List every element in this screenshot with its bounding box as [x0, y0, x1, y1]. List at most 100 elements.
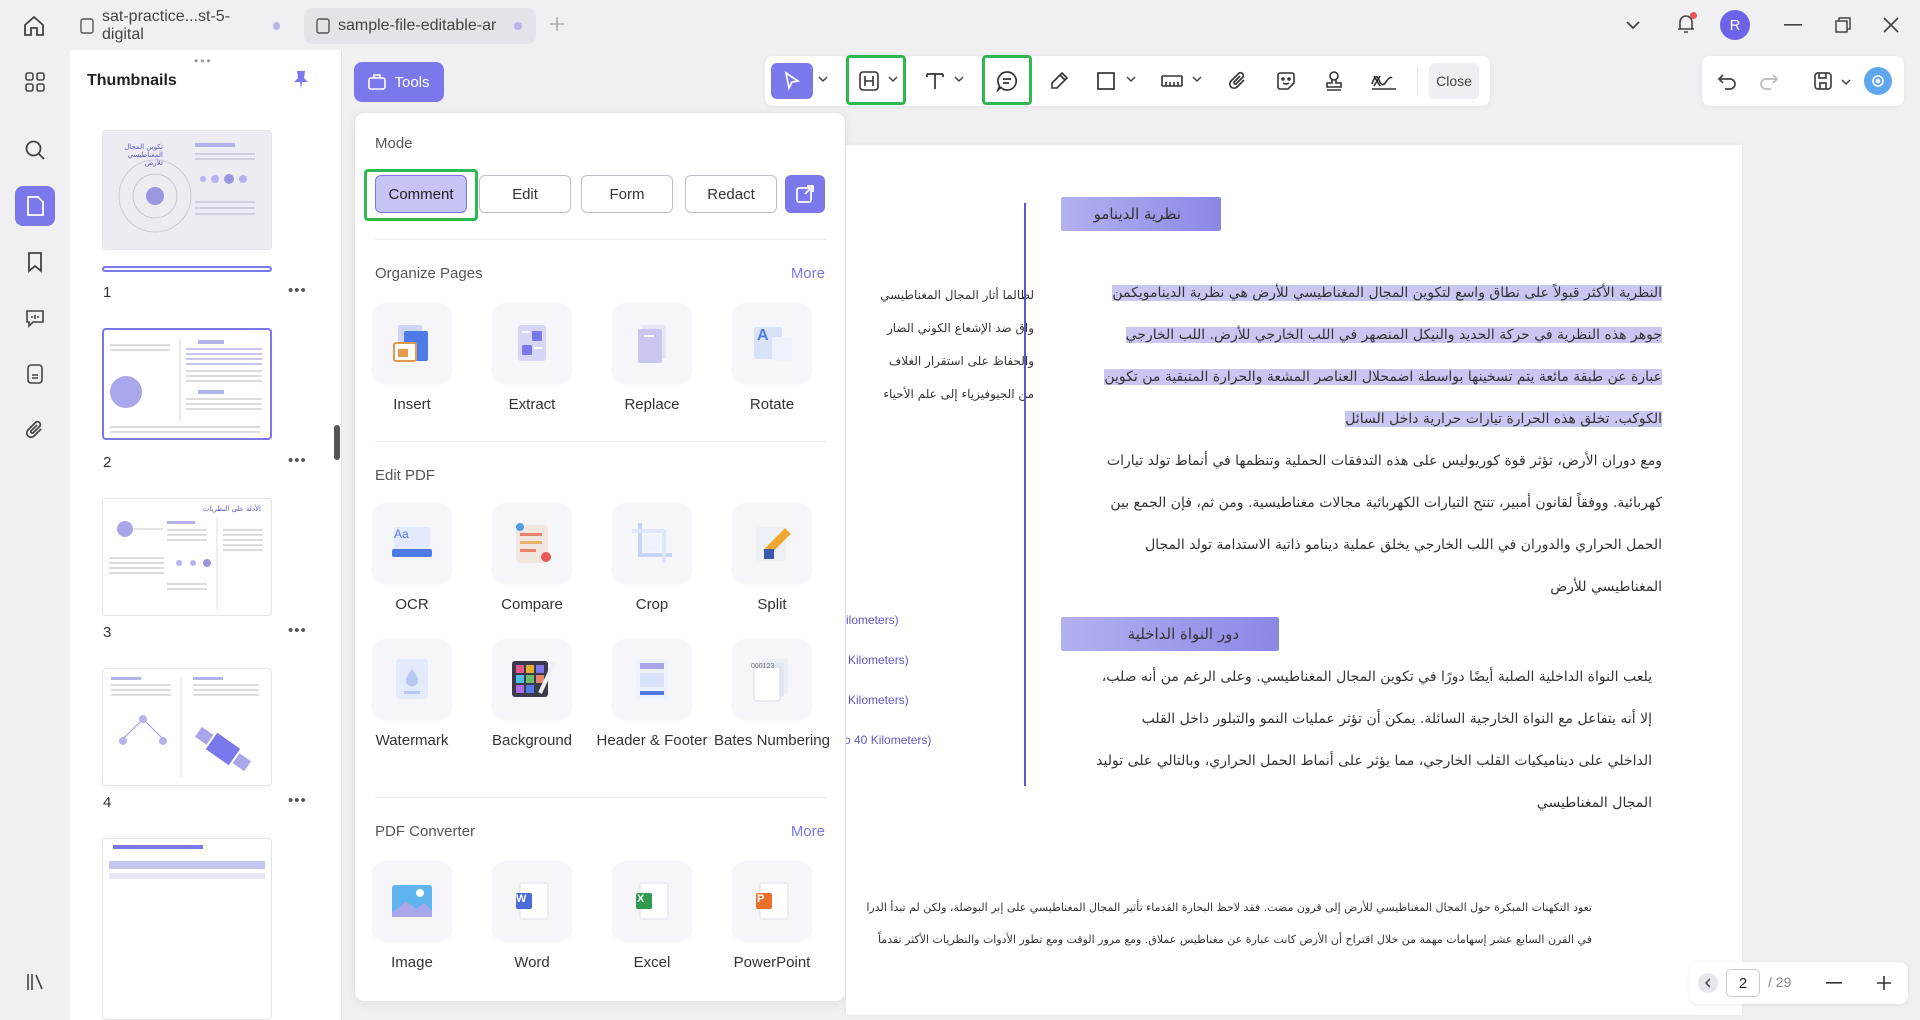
bates-numbering-icon: 000123 [732, 639, 812, 719]
highlighted-text[interactable]: عبارة عن طبقة مائعة يتم تسخينها بواسطة ا… [1104, 369, 1662, 385]
shape-button[interactable] [1091, 63, 1121, 99]
undo-icon[interactable] [1716, 70, 1738, 92]
sticker-button[interactable] [1271, 63, 1301, 99]
pin-icon[interactable] [292, 70, 310, 90]
thumbnail-page-5[interactable] [102, 838, 272, 1020]
thumbnail-page-3[interactable]: الأدلة على النظريات [102, 498, 272, 616]
left-rail [0, 50, 70, 1020]
tab-sample-file[interactable]: sample-file-editable-ar [304, 8, 536, 44]
page-number-input[interactable]: 2 [1726, 969, 1760, 997]
image-icon [372, 861, 452, 941]
thumbnail-more-icon[interactable]: ••• [288, 792, 307, 809]
thumbnail-illustration [111, 677, 259, 777]
split-icon [732, 503, 812, 583]
header-footer-tool[interactable]: Header & Footer [592, 639, 712, 751]
zoom-in-icon[interactable] [1876, 975, 1892, 991]
new-tab-icon[interactable] [548, 15, 566, 33]
page-number-label: 2 [103, 454, 112, 471]
thumbnail-page-4[interactable] [102, 668, 272, 786]
select-tool-button[interactable] [771, 63, 813, 99]
highlighter-icon [1048, 70, 1070, 92]
highlighted-text[interactable]: جوهر هذه النظرية في حركة الحديد والنيكل … [1125, 327, 1662, 343]
apps-icon[interactable] [15, 62, 55, 102]
excel-tool[interactable]: X Excel [592, 861, 712, 973]
previous-page-button[interactable] [1698, 973, 1718, 993]
save-icon[interactable] [1812, 70, 1834, 92]
redo-icon[interactable] [1758, 70, 1780, 92]
signature-button[interactable] [1367, 63, 1401, 99]
close-toolbar-button[interactable]: Close [1429, 63, 1479, 99]
tools-button[interactable]: Tools [354, 62, 444, 102]
sticky-note-button[interactable] [991, 63, 1023, 99]
powerpoint-tool[interactable]: P PowerPoint [712, 861, 832, 973]
converter-more-link[interactable]: More [791, 823, 825, 840]
image-tool[interactable]: Image [352, 861, 472, 973]
chevron-down-icon[interactable] [1840, 76, 1852, 88]
organize-more-link[interactable]: More [791, 265, 825, 282]
highlighter-button[interactable] [1043, 63, 1075, 99]
chevron-down-icon[interactable] [953, 73, 965, 85]
open-external-button[interactable] [785, 175, 825, 213]
thumbnails-icon[interactable] [15, 186, 55, 226]
close-window-icon[interactable] [1882, 16, 1900, 34]
zoom-out-icon[interactable] [1826, 982, 1842, 984]
stamp-button[interactable] [1319, 63, 1349, 99]
thumbnails-scrollbar[interactable] [334, 425, 340, 460]
tool-label: Watermark [375, 732, 449, 749]
insert-tool[interactable]: Insert [352, 303, 472, 415]
word-tool[interactable]: W Word [472, 861, 592, 973]
thumbnail-page-2[interactable] [102, 328, 272, 440]
thumbnail-more-icon[interactable]: ••• [288, 452, 307, 469]
avatar[interactable]: R [1720, 10, 1750, 40]
crop-icon [612, 503, 692, 583]
mode-redact-button[interactable]: Redact [685, 175, 777, 213]
pages-icon[interactable] [15, 354, 55, 394]
watermark-tool[interactable]: Watermark [352, 639, 472, 751]
ai-assistant-icon[interactable] [1864, 67, 1892, 95]
thumbnail-page-1[interactable]: تكوين المجال المغناطيسي للأرض [102, 130, 272, 250]
chevron-down-icon[interactable] [1624, 16, 1642, 34]
bell-icon[interactable] [1674, 12, 1698, 36]
textbox-button[interactable] [855, 63, 883, 99]
compare-tool[interactable]: Compare [472, 503, 592, 615]
cursor-icon [782, 71, 802, 91]
bookmark-icon[interactable] [15, 242, 55, 282]
bates-glyph: 000123 [751, 663, 775, 670]
chevron-down-icon[interactable] [817, 73, 829, 85]
chevron-down-icon[interactable] [1191, 73, 1203, 85]
unsaved-dot [272, 22, 280, 30]
thumbnail-more-icon[interactable]: ••• [288, 282, 307, 299]
attachment-icon[interactable] [15, 410, 55, 450]
mode-edit-button[interactable]: Edit [479, 175, 571, 213]
thumbnail-more-icon[interactable]: ••• [288, 622, 307, 639]
mode-form-button[interactable]: Form [581, 175, 673, 213]
measure-button[interactable] [1157, 63, 1187, 99]
highlighted-text[interactable]: النظرية الأكثر قبولاً على نطاق واسع لتكو… [1112, 285, 1662, 301]
search-icon[interactable] [15, 130, 55, 170]
extract-tool[interactable]: Extract [472, 303, 592, 415]
text-button[interactable] [921, 63, 949, 99]
maximize-icon[interactable] [1834, 16, 1852, 34]
paragraph-line: المجال المغناطيسي [1536, 795, 1652, 811]
replace-tool[interactable]: Replace [592, 303, 712, 415]
attach-button[interactable] [1223, 63, 1253, 99]
chevron-down-icon[interactable] [887, 73, 899, 85]
rotate-tool[interactable]: A Rotate [712, 303, 832, 415]
highlighted-text[interactable]: الكوكب. تخلق هذه الحرارة تيارات حرارية د… [1345, 411, 1662, 427]
background-tool[interactable]: Background [472, 639, 592, 751]
page-number-label: 1 [103, 284, 112, 301]
books-icon[interactable] [15, 962, 55, 1002]
split-tool[interactable]: Split [712, 503, 832, 615]
mode-comment-button[interactable]: Comment [375, 175, 467, 213]
bates-numbering-tool[interactable]: 000123 Bates Numbering [712, 639, 832, 751]
panel-drag-handle[interactable]: ••• [194, 54, 213, 68]
home-icon[interactable] [22, 14, 46, 38]
crop-tool[interactable]: Crop [592, 503, 712, 615]
header-footer-icon [612, 639, 692, 719]
chevron-down-icon[interactable] [1125, 73, 1137, 85]
pdf-converter-title: PDF Converter [375, 823, 476, 840]
comments-icon[interactable] [15, 298, 55, 338]
minimize-icon[interactable] [1784, 24, 1802, 26]
tab-sat-practice[interactable]: sat-practice...st-5-digital [68, 8, 292, 44]
ocr-tool[interactable]: Aa OCR [352, 503, 472, 615]
